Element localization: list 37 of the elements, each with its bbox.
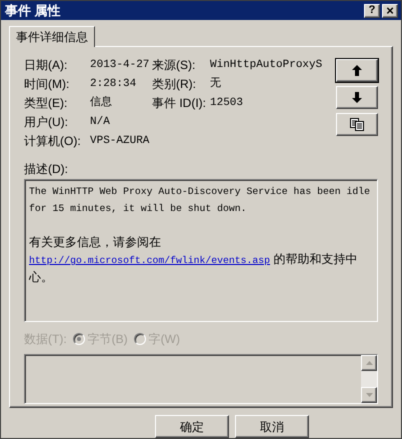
scrollbar[interactable]	[361, 355, 377, 403]
close-button[interactable]: ×	[382, 4, 398, 18]
dialog-button[interactable]: 取消	[235, 415, 309, 438]
field-label: 计算机(O):	[24, 133, 82, 150]
up-arrow-icon	[352, 65, 362, 76]
window-title: 事件 属性	[5, 2, 61, 20]
help-button[interactable]: ?	[364, 4, 380, 18]
scroll-down-icon	[366, 393, 372, 397]
dialog-button[interactable]: 确定	[155, 415, 229, 438]
field-value: WinHttpAutoProxyS	[210, 58, 324, 73]
down-arrow-icon	[352, 92, 362, 103]
field-label: 类别(R):	[152, 76, 197, 93]
next-button[interactable]	[336, 86, 378, 109]
description-label: 描述(D):	[24, 162, 69, 177]
field-label: 时间(M):	[24, 76, 70, 93]
field-label: 事件 ID(I):	[152, 95, 207, 112]
field-value: 无	[210, 76, 222, 92]
field-label: 日期(A):	[24, 57, 68, 74]
field-value: 信息	[90, 95, 113, 111]
tab[interactable]: 事件详细信息	[9, 26, 95, 47]
field-value: 2:28:34	[90, 77, 138, 92]
field-label: 用户(U):	[24, 114, 69, 131]
field-label: 类型(E):	[24, 95, 68, 112]
field-value: N/A	[90, 115, 111, 130]
field-value: VPS-AZURA	[90, 134, 150, 149]
description-box[interactable]: The WinHTTP Web Proxy Auto-Discovery Service has been idle for 15 minutes, it will be shut down. 有关更多信息，请参阅在 http://go.microsoft.com/fwlink/events.asp 的帮助和支持中心。	[24, 179, 378, 322]
copy-button[interactable]	[336, 113, 378, 136]
field-value: 12503	[210, 96, 244, 111]
field-label: 来源(S):	[152, 57, 196, 74]
more-info-text: 有关更多信息，请参阅在 http://go.microsoft.com/fwlink/events.asp 的帮助和支持中心。	[29, 234, 358, 286]
field-value: 2013-4-27	[90, 58, 150, 73]
data-box[interactable]	[24, 354, 378, 404]
help-link[interactable]: http://go.microsoft.com/fwlink/events.asp	[29, 255, 270, 266]
scroll-up-icon	[366, 361, 372, 365]
previous-button[interactable]	[336, 59, 378, 82]
copy-icon	[350, 118, 364, 131]
description-text: The WinHTTP Web Proxy Auto-Discovery Service has been idle for 15 minutes, it will be shut down.	[29, 185, 371, 216]
